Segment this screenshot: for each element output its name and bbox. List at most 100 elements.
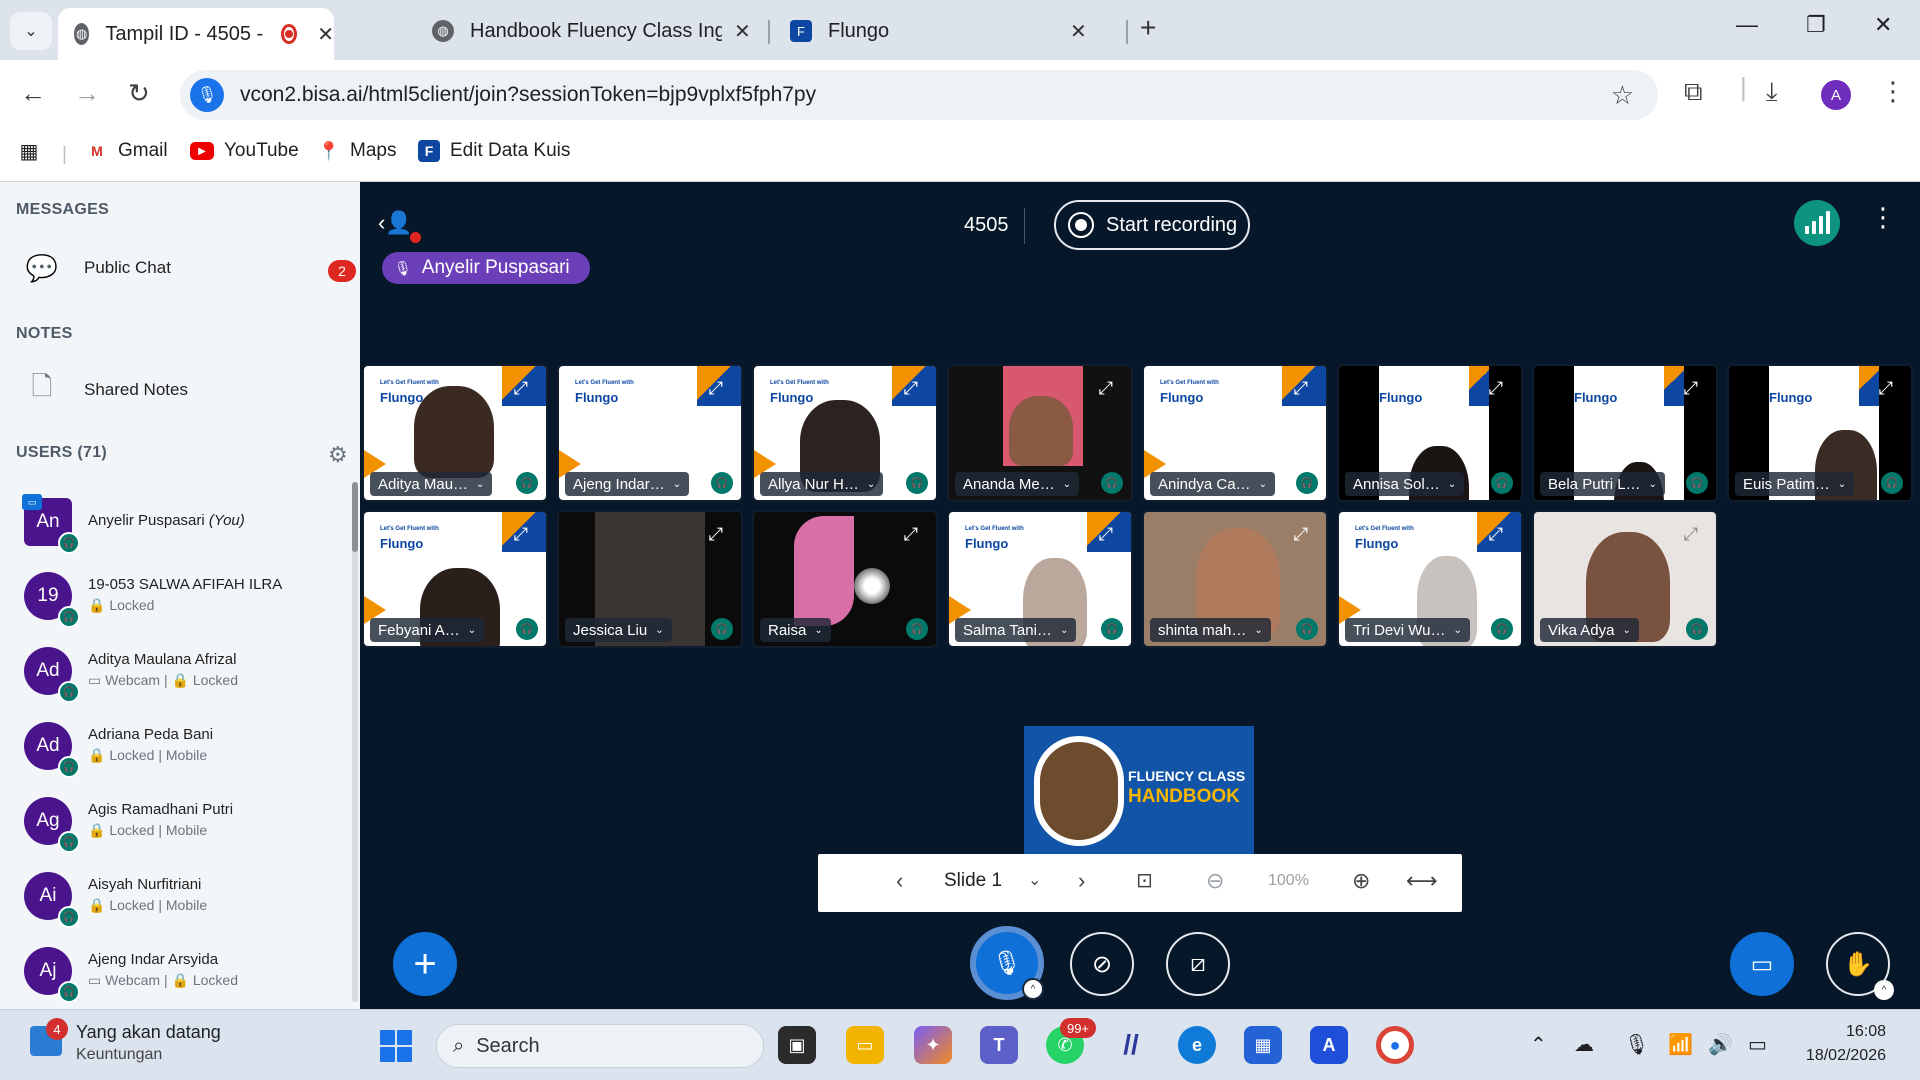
tab-handbook[interactable]: ◍ Handbook Fluency Class Inggris ✕ <box>414 8 752 54</box>
presentation-slide[interactable]: FLUENCY CLASS HANDBOOK <box>1024 726 1254 854</box>
video-tile[interactable]: ⤢ shinta mah… ⌄ 🎧 <box>1142 510 1328 648</box>
bookmark-edit-data-kuis[interactable]: F Edit Data Kuis <box>418 140 570 162</box>
expand-icon[interactable]: ⤢ <box>904 524 918 545</box>
tab-search-button[interactable]: ⌄ <box>10 12 52 50</box>
participant-name[interactable]: Ananda Me… ⌄ <box>955 472 1080 496</box>
participant-name[interactable]: Vika Adya ⌄ <box>1540 618 1639 642</box>
video-tile[interactable]: Let's Get Fluent with Flungo ⤢ Ajeng Inda… <box>557 364 743 502</box>
mute-microphone-button[interactable]: 🎙 ^ <box>970 926 1044 1000</box>
video-tile[interactable]: Let's Get Fluent with Flungo ⤢ Febyani A…… <box>362 510 548 648</box>
participant-name[interactable]: Salma Tani… ⌄ <box>955 618 1077 642</box>
close-tab-icon[interactable]: ✕ <box>1070 19 1087 44</box>
toggle-users-icon[interactable]: ‹👤 <box>378 210 413 236</box>
participant-name[interactable]: Anindya Ca… ⌄ <box>1150 472 1275 496</box>
zoom-in-button[interactable]: ⊕ <box>1352 868 1370 894</box>
chrome-icon[interactable]: ● <box>1376 1026 1414 1064</box>
participant-name[interactable]: Allya Nur H… ⌄ <box>760 472 884 496</box>
video-tile[interactable]: Let's Get Fluent with Flungo ⤢ Allya Nur … <box>752 364 938 502</box>
participant-name[interactable]: Tri Devi Wu… ⌄ <box>1345 618 1470 642</box>
next-slide-button[interactable]: › <box>1078 868 1085 894</box>
tab-flungo[interactable]: F Flungo ✕ <box>774 8 1114 54</box>
video-tile[interactable]: Flungo ⤢ Euis Patim… ⌄ 🎧 <box>1727 364 1913 502</box>
video-tile[interactable]: ⤢ Vika Adya ⌄ 🎧 <box>1532 510 1718 648</box>
scrollbar-thumb[interactable] <box>352 482 358 552</box>
bookmark-gmail[interactable]: M Gmail <box>86 140 167 162</box>
participant-name[interactable]: Jessica Liu ⌄ <box>565 618 672 642</box>
public-chat-item[interactable]: 💬 Public Chat <box>20 246 171 290</box>
minimize-button[interactable]: — <box>1736 12 1758 38</box>
expand-icon[interactable]: ⤢ <box>514 524 528 545</box>
chevron-up-icon[interactable]: ^ <box>1022 978 1044 1000</box>
options-menu-icon[interactable]: ⋮ <box>1870 202 1896 233</box>
start-recording-button[interactable]: Start recording <box>1054 200 1250 250</box>
user-list-item[interactable]: Ad 🎧 Aditya Maulana Afrizal ▭ Webcam | 🔒… <box>0 637 350 712</box>
actions-plus-button[interactable]: + <box>393 932 457 996</box>
participant-name[interactable]: Bela Putri L… ⌄ <box>1540 472 1665 496</box>
user-list-item[interactable]: Ag 🎧 Agis Ramadhani Putri 🔒 Locked | Mob… <box>0 787 350 862</box>
back-button[interactable]: ← <box>20 78 46 109</box>
copilot-icon[interactable]: ✦ <box>914 1026 952 1064</box>
expand-icon[interactable]: ⤢ <box>709 524 723 545</box>
expand-icon[interactable]: ⤢ <box>709 378 723 399</box>
previous-slide-button[interactable]: ‹ <box>896 868 903 894</box>
task-view-icon[interactable]: ▣ <box>778 1026 816 1064</box>
participant-name[interactable]: Annisa Sol… ⌄ <box>1345 472 1465 496</box>
reload-button[interactable]: ↻ <box>128 78 150 109</box>
close-window-button[interactable]: ✕ <box>1874 12 1892 38</box>
windows-start-button[interactable] <box>380 1030 412 1062</box>
camera-off-button[interactable]: ⊘ <box>1070 932 1134 996</box>
video-tile[interactable]: Let's Get Fluent with Flungo ⤢ Tri Devi W… <box>1337 510 1523 648</box>
microphone-icon[interactable]: 🎙 <box>190 78 224 112</box>
teams-icon[interactable]: T <box>980 1026 1018 1064</box>
restore-button[interactable]: ❐ <box>1806 12 1826 38</box>
wifi-icon[interactable]: 📶 <box>1668 1032 1693 1057</box>
user-list-scrollbar[interactable] <box>352 482 358 1002</box>
store-icon[interactable]: ▦ <box>1244 1026 1282 1064</box>
extensions-icon[interactable]: ⧉ <box>1684 76 1703 108</box>
fit-width-button[interactable]: ⟷ <box>1406 868 1438 894</box>
apps-grid-icon[interactable]: ▦ <box>18 140 50 163</box>
taskbar-search[interactable]: ⌕ Search <box>436 1024 764 1068</box>
bookmark-star-icon[interactable]: ☆ <box>1611 80 1634 111</box>
profile-avatar[interactable]: A <box>1821 80 1851 110</box>
tray-overflow-icon[interactable]: ⌃ <box>1530 1032 1547 1057</box>
expand-icon[interactable]: ⤢ <box>1684 378 1698 399</box>
expand-icon[interactable]: ⤢ <box>904 378 918 399</box>
bookmark-youtube[interactable]: ▶ YouTube <box>190 140 299 162</box>
video-tile[interactable]: Let's Get Fluent with Flungo ⤢ Anindya Ca… <box>1142 364 1328 502</box>
video-tile[interactable]: Let's Get Fluent with Flungo ⤢ Salma Tani… <box>947 510 1133 648</box>
connection-status-button[interactable] <box>1794 200 1840 246</box>
video-tile[interactable]: Flungo ⤢ Annisa Sol… ⌄ 🎧 <box>1337 364 1523 502</box>
expand-icon[interactable]: ⤢ <box>1684 524 1698 545</box>
system-clock[interactable]: 16:08 18/02/2026 <box>1796 1020 1886 1068</box>
chevron-down-icon[interactable]: ⌄ <box>1028 870 1041 890</box>
battery-icon[interactable]: ▭ <box>1748 1032 1767 1057</box>
slide-selector[interactable]: Slide 1 <box>944 870 1002 892</box>
close-tab-icon[interactable]: ✕ <box>734 19 751 44</box>
edge-icon[interactable]: e <box>1178 1026 1216 1064</box>
presentation-toggle-button[interactable]: ▭ <box>1730 932 1794 996</box>
close-tab-icon[interactable]: ✕ <box>317 22 334 47</box>
user-list-item[interactable]: Ai 🎧 Aisyah Nurfitriani 🔒 Locked | Mobil… <box>0 862 350 937</box>
microphone-icon[interactable]: 🎙 <box>1624 1032 1649 1057</box>
participant-name[interactable]: Aditya Mau… ⌄ <box>370 472 493 496</box>
expand-icon[interactable]: ⤢ <box>1489 524 1503 545</box>
volume-icon[interactable]: 🔊 <box>1708 1032 1733 1057</box>
raise-hand-button[interactable]: ✋ ^ <box>1826 932 1894 1000</box>
screen-share-off-button[interactable]: ⧄ <box>1166 932 1230 996</box>
chevron-up-icon[interactable]: ^ <box>1874 980 1894 1000</box>
address-bar[interactable]: 🎙 vcon2.bisa.ai/html5client/join?session… <box>180 70 1658 120</box>
expand-icon[interactable]: ⤢ <box>1294 378 1308 399</box>
expand-icon[interactable]: ⤢ <box>1099 378 1113 399</box>
participant-name[interactable]: shinta mah… ⌄ <box>1150 618 1271 642</box>
video-tile[interactable]: Let's Get Fluent with Flungo ⤢ Aditya Mau… <box>362 364 548 502</box>
participant-name[interactable]: Raisa ⌄ <box>760 618 831 642</box>
participant-name[interactable]: Febyani A… ⌄ <box>370 618 485 642</box>
slash-app-icon[interactable]: // <box>1112 1026 1150 1064</box>
azure-icon[interactable]: A <box>1310 1026 1348 1064</box>
expand-icon[interactable]: ⤢ <box>1879 378 1893 399</box>
video-tile[interactable]: ⤢ Jessica Liu ⌄ 🎧 <box>557 510 743 648</box>
video-tile[interactable]: ⤢ Raisa ⌄ 🎧 <box>752 510 938 648</box>
forward-button[interactable]: → <box>74 78 100 109</box>
bookmark-maps[interactable]: 📍 Maps <box>318 140 397 162</box>
